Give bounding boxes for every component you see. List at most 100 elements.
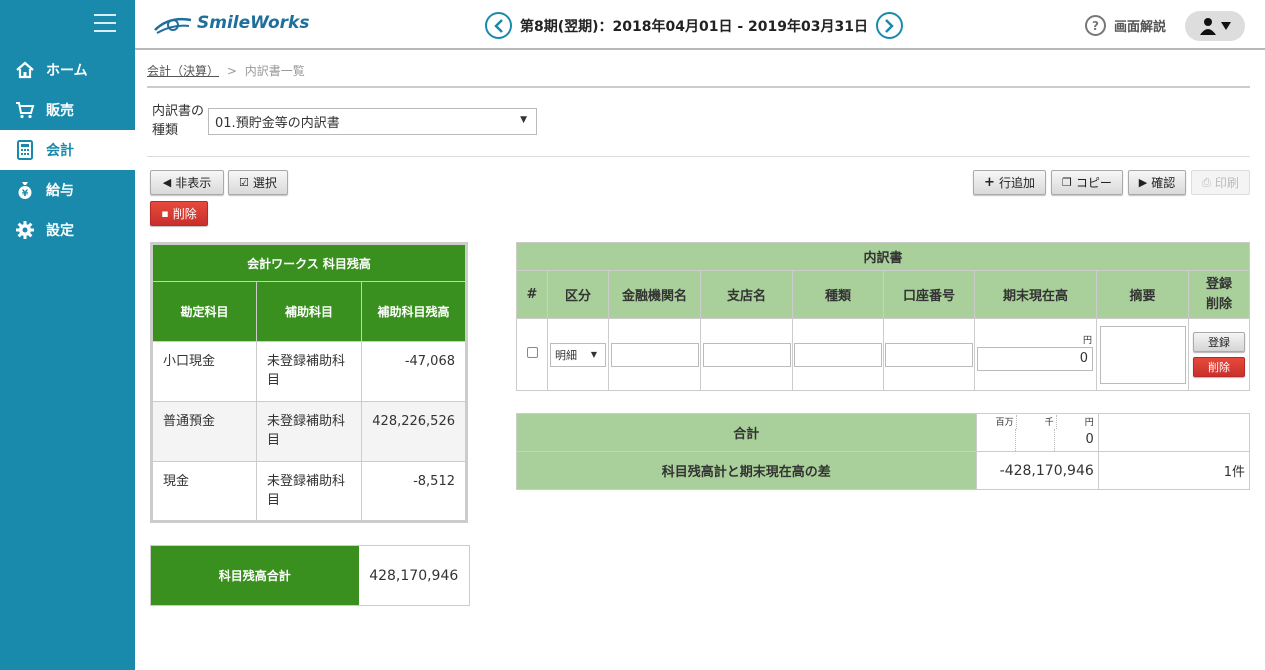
sub-account-cell: 未登録補助科目 (256, 401, 362, 462)
row-checkbox[interactable] (526, 347, 538, 358)
account-number-input[interactable] (885, 342, 973, 367)
account-cell: 現金 (151, 461, 257, 522)
delete-button[interactable]: ▪ 削除 (150, 201, 208, 226)
column-header: 登録 削除 (1188, 270, 1250, 319)
deposit-type-input[interactable] (794, 342, 882, 367)
input-value: 0 (1079, 351, 1088, 366)
button-label: コピー (1075, 176, 1112, 190)
menu-icon[interactable] (94, 14, 116, 32)
period-text: 第8期(翌期)：2018年04月01日 - 2019年03月31日 (520, 18, 868, 35)
print-button[interactable]: ⎙ 印刷 (1191, 170, 1250, 195)
button-label: 確認 (1151, 176, 1176, 190)
divider (147, 156, 1250, 157)
logo[interactable]: SmileWorks (153, 12, 309, 34)
label-line: 内訳書の (152, 104, 205, 119)
button-label: 登録 (1208, 336, 1230, 349)
hide-button[interactable]: ◀ 非表示 (150, 170, 224, 195)
breadcrumb: 会計（決算） > 内訳書一覧 (147, 62, 305, 79)
total-value: 0 (1085, 431, 1094, 447)
button-label: 非表示 (175, 176, 212, 190)
button-label: 選択 (252, 176, 277, 190)
sub-account-cell: 未登録補助科目 (256, 341, 362, 402)
label-line: 種類 (152, 123, 179, 138)
user-menu-button[interactable] (1185, 11, 1245, 41)
column-header: 口座番号 (883, 270, 975, 319)
yen-unit: 円 (1082, 335, 1092, 346)
bank-name-input[interactable] (610, 342, 699, 367)
nav-item-payroll[interactable]: ¥ 給与 (0, 170, 135, 210)
column-header: 支店名 (700, 270, 793, 319)
next-period-button[interactable] (875, 12, 903, 39)
calculator-icon (14, 139, 36, 161)
button-label: 削除 (172, 207, 197, 221)
statement-type-row: 内訳書の 種類 01.預貯金等の内訳書 ▼ (152, 102, 538, 140)
statement-type-label: 内訳書の 種類 (152, 102, 204, 140)
add-row-button[interactable]: + 行追加 (973, 170, 1046, 195)
sidebar: ホーム 販売 会計 ¥ 給与 設定 (0, 0, 135, 670)
header-line: 削除 (1205, 296, 1232, 312)
nav-item-sales[interactable]: 販売 (0, 90, 135, 130)
register-row-button[interactable]: 登録 (1193, 332, 1245, 352)
balance-total-value: 428,170,946 (369, 567, 459, 584)
trash-icon: ▪ (161, 207, 169, 220)
balance-cell: 428,226,526 (361, 401, 467, 462)
confirm-button[interactable]: ▶ 確認 (1128, 170, 1186, 195)
home-icon (14, 59, 36, 81)
row-count: 1件 (1097, 451, 1251, 490)
button-label: 行追加 (998, 176, 1035, 190)
top-bar: SmileWorks 第8期(翌期)：2018年04月01日 - 2019年03… (135, 0, 1265, 50)
total-cell: 百万 千 円 0 (975, 413, 1099, 452)
account-balance-table: 会計ワークス 科目残高 勘定科目 補助科目 補助科目残高 小口現金 未登録補助科… (150, 242, 468, 523)
period-selector: 第8期(翌期)：2018年04月01日 - 2019年03月31日 (485, 12, 903, 39)
caret-down-icon (1220, 22, 1231, 30)
nav-label: 設定 (46, 223, 74, 239)
statement-table: 内訳書 # 区分 金融機関名 支店名 種類 口座番号 期末現在高 摘要 登録 削… (516, 242, 1250, 391)
svg-text:¥: ¥ (22, 189, 29, 199)
check-square-icon: ☑ (239, 176, 249, 189)
delete-row-button[interactable]: 削除 (1193, 357, 1245, 377)
unit-thousand: 千 (1017, 414, 1057, 429)
branch-name-input[interactable] (702, 342, 791, 367)
select-button[interactable]: ☑ 選択 (228, 170, 288, 195)
nav-label: 給与 (46, 183, 74, 199)
table-row: 小口現金 未登録補助科目 -47,068 (151, 341, 467, 402)
sub-account-cell: 未登録補助科目 (256, 461, 362, 522)
balance-total-table: 科目残高合計 428,170,946 (150, 545, 470, 606)
nav-label: ホーム (46, 63, 88, 79)
printer-icon: ⎙ (1202, 175, 1211, 189)
balance-total-label: 科目残高合計 (150, 545, 359, 606)
table-row: 現金 未登録補助科目 -8,512 (151, 461, 467, 522)
statement-type-select[interactable]: 01.預貯金等の内訳書 ▼ (208, 107, 538, 135)
arrow-left-icon: ◀ (162, 176, 172, 189)
diff-label: 科目残高計と期末現在高の差 (516, 451, 977, 490)
logo-swoosh-icon (154, 17, 192, 34)
play-icon: ▶ (1138, 176, 1148, 189)
memo-textarea[interactable] (1099, 325, 1186, 384)
help-link[interactable]: ? 画面解説 (1085, 15, 1166, 36)
table-row: 明細 ▼ 円 0 登録 削除 (516, 318, 1250, 391)
button-label: 削除 (1208, 361, 1230, 374)
copy-button[interactable]: ❐ コピー (1051, 170, 1123, 195)
breadcrumb-parent-link[interactable]: 会計（決算） (147, 64, 219, 78)
balance-cell: -47,068 (361, 341, 467, 402)
plus-icon: + (984, 175, 995, 190)
chevron-left-icon (493, 18, 503, 33)
balance-input[interactable]: 0 (977, 346, 1093, 371)
column-header: 区分 (547, 270, 609, 319)
nav-item-settings[interactable]: 設定 (0, 210, 135, 250)
unit-million: 百万 (977, 414, 1017, 429)
nav-menu: ホーム 販売 会計 ¥ 給与 設定 (0, 50, 135, 250)
column-header: 摘要 (1096, 270, 1189, 319)
nav-item-accounting[interactable]: 会計 (0, 130, 135, 170)
column-header: 種類 (792, 270, 884, 319)
category-select[interactable]: 明細 ▼ (550, 342, 606, 367)
breadcrumb-separator: > (226, 64, 237, 78)
nav-item-home[interactable]: ホーム (0, 50, 135, 90)
caret-down-icon: ▼ (590, 350, 597, 359)
unit-yen: 円 (1084, 417, 1094, 428)
prev-period-button[interactable] (485, 12, 512, 39)
table-title: 会計ワークス 科目残高 (151, 243, 467, 282)
totals-table: 合計 百万 千 円 0 科目残高計と期末現在高の差 -428,170,946 1… (516, 413, 1251, 490)
column-header: # (516, 270, 548, 319)
breadcrumb-current: 内訳書一覧 (244, 64, 305, 78)
